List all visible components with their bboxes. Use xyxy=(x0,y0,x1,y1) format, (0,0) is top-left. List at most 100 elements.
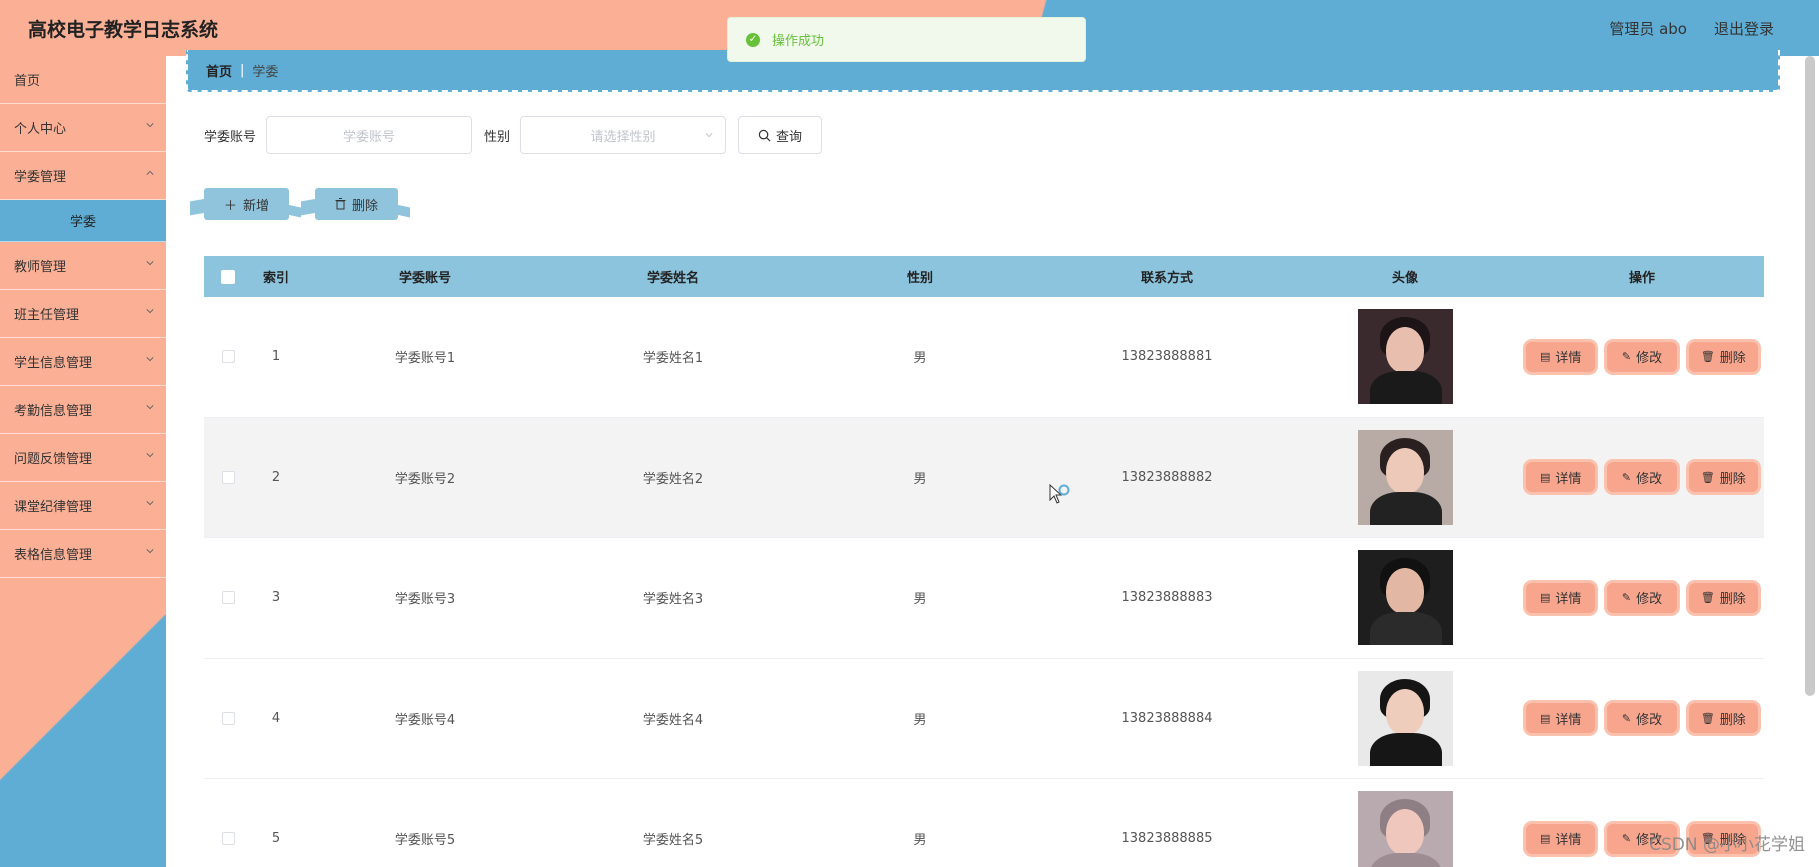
edit-button[interactable]: ✎ 修改 xyxy=(1607,703,1677,734)
edit-button[interactable]: ✎ 修改 xyxy=(1607,462,1677,493)
success-toast: ✓ 操作成功 xyxy=(727,17,1086,62)
add-button[interactable]: ＋ 新增 xyxy=(204,188,290,220)
sidebar-item-committee-mgmt[interactable]: 学委管理 xyxy=(0,152,166,200)
sidebar-item-teacher-mgmt[interactable]: 教师管理 xyxy=(0,242,166,290)
sidebar-item-student-info-mgmt[interactable]: 学生信息管理 xyxy=(0,338,166,386)
document-icon: ▤ xyxy=(1539,350,1551,364)
avatar-image xyxy=(1357,791,1453,867)
watermark: CSDN @小小花学姐 xyxy=(1649,835,1805,855)
sidebar-item-form-info-mgmt[interactable]: 表格信息管理 xyxy=(0,530,166,578)
cell-index: 5 xyxy=(271,831,281,847)
sidebar-item-label: 表格信息管理 xyxy=(14,548,93,563)
cell-contact: 13823888883 xyxy=(1121,590,1213,606)
logout-link[interactable]: 退出登录 xyxy=(1714,18,1774,39)
gender-select[interactable]: 请选择性别 xyxy=(520,116,727,154)
cell-account: 学委账号1 xyxy=(394,351,456,367)
detail-label: 详情 xyxy=(1555,351,1582,367)
row-checkbox[interactable] xyxy=(221,591,235,605)
pencil-icon: ✎ xyxy=(1621,591,1632,605)
avatar-image xyxy=(1357,429,1453,525)
header-avatar: 头像 xyxy=(1391,271,1418,286)
account-placeholder: 学委账号 xyxy=(343,129,396,145)
chevron-down-icon xyxy=(146,309,154,314)
cell-name: 学委姓名2 xyxy=(642,471,704,487)
row-checkbox[interactable] xyxy=(221,711,235,725)
select-all-checkbox[interactable] xyxy=(221,269,235,284)
header-account: 学委账号 xyxy=(398,271,451,286)
trash-icon: 🗑 xyxy=(1700,711,1715,725)
table-header: 索引 学委账号 学委姓名 性别 联系方式 头像 操作 xyxy=(204,256,1764,297)
cell-gender: 男 xyxy=(913,833,927,849)
breadcrumb-home[interactable]: 首页 xyxy=(206,61,232,80)
sidebar-subitem-committee[interactable]: 学委 xyxy=(0,200,166,242)
document-icon: ▤ xyxy=(1539,470,1551,484)
gender-placeholder: 请选择性别 xyxy=(590,129,656,145)
sidebar-item-label: 考勤信息管理 xyxy=(14,404,93,419)
cell-index: 3 xyxy=(271,590,281,606)
sidebar-item-feedback-mgmt[interactable]: 问题反馈管理 xyxy=(0,434,166,482)
row-checkbox[interactable] xyxy=(221,470,235,484)
edit-button[interactable]: ✎ 修改 xyxy=(1607,341,1677,372)
cell-account: 学委账号3 xyxy=(394,592,456,608)
document-icon: ▤ xyxy=(1539,591,1551,605)
sidebar-item-label: 教师管理 xyxy=(14,260,67,275)
detail-button[interactable]: ▤ 详情 xyxy=(1526,462,1596,493)
sidebar-item-home[interactable]: 首页 xyxy=(0,56,166,104)
cell-gender: 男 xyxy=(913,471,927,487)
sidebar: 首页 个人中心 学委管理 学委 教师管理 班主任管理 学生信息管理 考勤信息管理… xyxy=(0,56,166,867)
add-button-label: 新增 xyxy=(243,198,270,214)
sidebar-item-attendance-mgmt[interactable]: 考勤信息管理 xyxy=(0,386,166,434)
detail-label: 详情 xyxy=(1555,592,1582,608)
delete-button[interactable]: 🗑 删除 xyxy=(1688,341,1758,372)
table-row: 2 学委账号2 学委姓名2 男 13823888882 ▤ 详情 ✎ 修改 🗑 删除 xyxy=(204,417,1764,538)
trash-icon: 🗑 xyxy=(1700,470,1715,484)
document-icon: ▤ xyxy=(1539,711,1551,725)
pencil-icon: ✎ xyxy=(1621,711,1632,725)
detail-button[interactable]: ▤ 详情 xyxy=(1526,703,1596,734)
cell-contact: 13823888882 xyxy=(1121,469,1213,485)
table-row: 5 学委账号5 学委姓名5 男 13823888885 ▤ 详情 ✎ 修改 🗑 删除 xyxy=(204,779,1764,867)
search-bar: 学委账号 学委账号 性别 请选择性别 查询 xyxy=(204,116,823,154)
delete-button[interactable]: 🗑 删除 xyxy=(1688,462,1758,493)
pencil-icon: ✎ xyxy=(1621,350,1632,364)
sidebar-item-discipline-mgmt[interactable]: 课堂纪律管理 xyxy=(0,482,166,530)
row-checkbox[interactable] xyxy=(221,832,235,846)
sidebar-item-label: 学生信息管理 xyxy=(14,356,93,371)
table-row: 3 学委账号3 学委姓名3 男 13823888883 ▤ 详情 ✎ 修改 🗑 删除 xyxy=(204,538,1764,659)
cell-gender: 男 xyxy=(913,712,927,728)
account-search-input[interactable]: 学委账号 xyxy=(266,116,473,154)
detail-button[interactable]: ▤ 详情 xyxy=(1526,582,1596,613)
chevron-down-icon xyxy=(146,123,154,128)
edit-label: 修改 xyxy=(1636,712,1663,728)
delete-label: 删除 xyxy=(1719,351,1746,367)
batch-delete-button[interactable]: 删除 xyxy=(315,188,399,220)
avatar-image xyxy=(1357,670,1453,766)
sidebar-item-head-teacher-mgmt[interactable]: 班主任管理 xyxy=(0,290,166,338)
chevron-down-icon xyxy=(146,357,154,362)
sidebar-item-label: 首页 xyxy=(14,74,41,89)
edit-label: 修改 xyxy=(1636,592,1663,608)
edit-label: 修改 xyxy=(1636,471,1663,487)
sidebar-item-label: 学委管理 xyxy=(14,170,67,185)
delete-button[interactable]: 🗑 删除 xyxy=(1688,703,1758,734)
main-content: 首页 | 学委 学委账号 学委账号 性别 请选择性别 查询 ＋ 新增 删除 索引… xyxy=(166,50,1819,867)
detail-button[interactable]: ▤ 详情 xyxy=(1526,341,1596,372)
chevron-down-icon xyxy=(146,549,154,554)
document-icon: ▤ xyxy=(1539,832,1551,846)
search-icon xyxy=(758,129,771,141)
delete-button[interactable]: 🗑 删除 xyxy=(1688,582,1758,613)
vertical-scrollbar[interactable] xyxy=(1805,56,1815,696)
detail-button[interactable]: ▤ 详情 xyxy=(1526,823,1596,854)
row-checkbox[interactable] xyxy=(221,350,235,364)
query-button[interactable]: 查询 xyxy=(738,116,823,154)
edit-button[interactable]: ✎ 修改 xyxy=(1607,582,1677,613)
delete-label: 删除 xyxy=(1719,712,1746,728)
header-index: 索引 xyxy=(262,271,289,286)
sidebar-item-label: 课堂纪律管理 xyxy=(14,500,93,515)
committee-table: 索引 学委账号 学委姓名 性别 联系方式 头像 操作 1 学委账号1 学委姓名1… xyxy=(204,256,1764,867)
sidebar-item-label: 问题反馈管理 xyxy=(14,452,93,467)
cell-contact: 13823888884 xyxy=(1121,710,1213,726)
chevron-down-icon xyxy=(705,133,713,138)
sidebar-item-personal-center[interactable]: 个人中心 xyxy=(0,104,166,152)
sidebar-item-label: 个人中心 xyxy=(14,122,67,137)
